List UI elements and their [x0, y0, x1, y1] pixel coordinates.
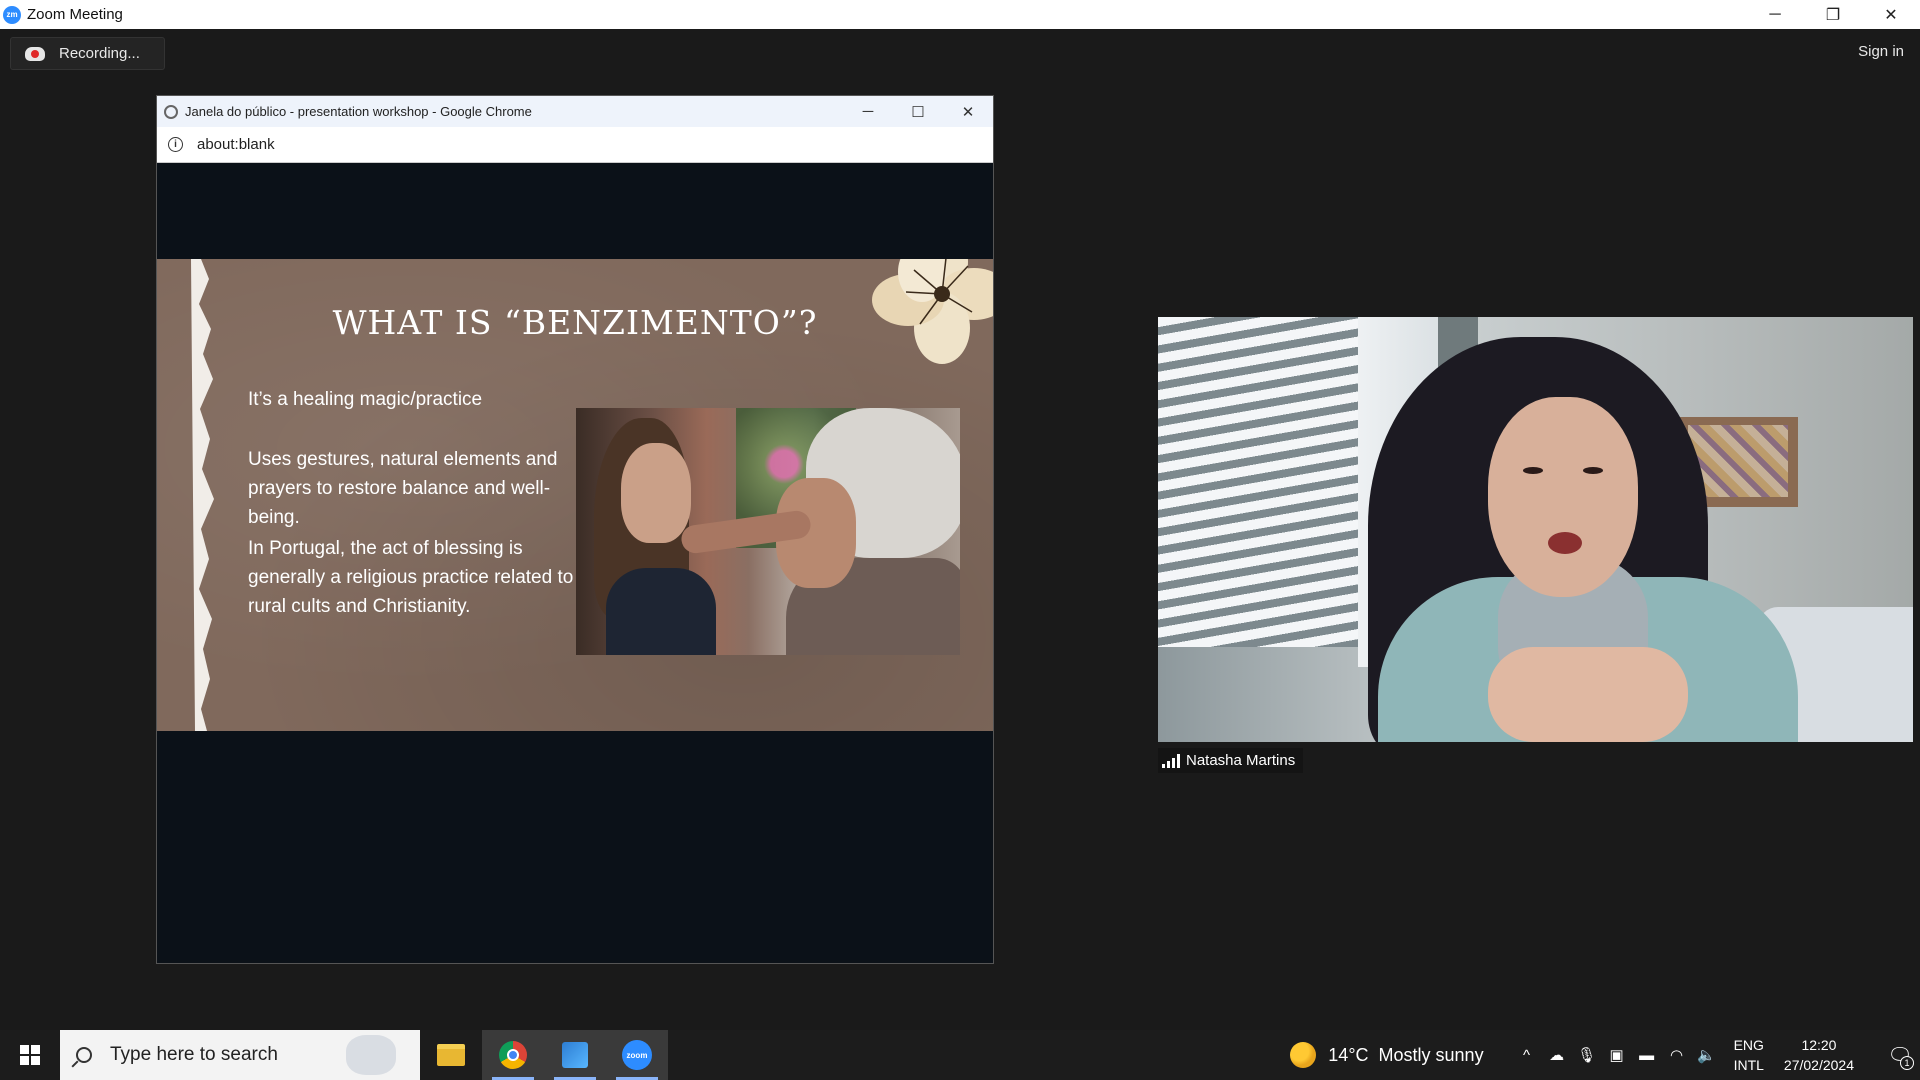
microphone-icon[interactable]: 🎙: [1577, 1047, 1596, 1064]
weather-condition: Mostly sunny: [1378, 1044, 1484, 1065]
globe-icon: [164, 104, 178, 119]
sign-in-button[interactable]: Sign in: [1858, 43, 1904, 60]
photos-icon: [562, 1042, 588, 1068]
recording-label: Recording...: [59, 45, 140, 62]
onedrive-icon[interactable]: ☁: [1548, 1047, 1566, 1064]
language-indicator[interactable]: ENG INTL: [1734, 1035, 1764, 1075]
slide-photo: [576, 408, 960, 655]
taskbar-app-photos[interactable]: [544, 1030, 606, 1080]
zoom-titlebar: zm Zoom Meeting ─ ❐ ✕: [0, 0, 1920, 29]
slide-paragraph-2: Uses gestures, natural elements and pray…: [248, 449, 558, 528]
chrome-close-button[interactable]: ✕: [943, 96, 993, 127]
signal-strength-icon: [1162, 753, 1180, 768]
chrome-minimize-button[interactable]: ─: [843, 96, 893, 127]
weather-widget[interactable]: 14°C Mostly sunny: [1328, 1045, 1483, 1066]
windows-logo-icon: [20, 1045, 40, 1065]
presentation-slide: WHAT IS “BENZIMENTO”? It’s a healing mag…: [157, 259, 993, 731]
window-title: Zoom Meeting: [27, 6, 123, 23]
chrome-icon: [499, 1041, 527, 1069]
minimize-button[interactable]: ─: [1746, 0, 1804, 29]
taskbar-app-file-explorer[interactable]: [420, 1030, 482, 1080]
notification-center-button[interactable]: 🗨 1: [1880, 1030, 1920, 1080]
participant-video[interactable]: [1158, 317, 1913, 742]
wifi-icon[interactable]: ◠: [1668, 1047, 1686, 1064]
zoom-icon: zoom: [622, 1040, 652, 1070]
url-text: about:blank: [197, 136, 275, 153]
chrome-popup-window[interactable]: Janela do público - presentation worksho…: [156, 95, 994, 964]
chrome-titlebar: Janela do público - presentation worksho…: [157, 96, 993, 127]
weather-sun-icon[interactable]: [1290, 1042, 1317, 1068]
participant-name: Natasha Martins: [1186, 752, 1296, 769]
folder-icon: [437, 1044, 465, 1066]
search-placeholder: Type here to search: [110, 1044, 278, 1065]
zoom-logo-icon: zm: [3, 5, 21, 24]
window-controls: ─ ❐ ✕: [1746, 0, 1920, 29]
search-icon: [76, 1047, 92, 1063]
close-button[interactable]: ✕: [1862, 0, 1920, 29]
language-line-1: ENG: [1733, 1037, 1764, 1053]
search-highlight-image: [346, 1035, 396, 1075]
weather-temperature: 14°C: [1328, 1044, 1369, 1065]
clock-time: 12:20: [1801, 1037, 1837, 1053]
address-bar[interactable]: i about:blank: [157, 127, 993, 163]
meeting-area: Recording... Sign in Janela do público -…: [0, 29, 1920, 1030]
info-icon[interactable]: i: [168, 137, 183, 152]
display-icon[interactable]: ▣: [1608, 1047, 1626, 1064]
notification-badge: 1: [1900, 1056, 1914, 1070]
speaker-icon[interactable]: 🔈: [1697, 1047, 1716, 1064]
chevron-up-icon[interactable]: ^: [1518, 1047, 1536, 1064]
language-line-2: INTL: [1733, 1057, 1764, 1073]
taskbar-app-chrome[interactable]: [482, 1030, 544, 1080]
cloud-recording-icon: [25, 46, 45, 61]
slide-paragraph-3: In Portugal, the act of blessing is gene…: [248, 538, 574, 617]
chrome-window-controls: ─ ☐ ✕: [843, 96, 993, 127]
slide-title: WHAT IS “BENZIMENTO”?: [332, 303, 818, 342]
windows-taskbar: Type here to search zoom 14°C Mostly sun…: [0, 1030, 1920, 1080]
recording-indicator[interactable]: Recording...: [10, 37, 165, 70]
start-button[interactable]: [0, 1030, 60, 1080]
clock-date: 27/02/2024: [1783, 1057, 1854, 1073]
restore-button[interactable]: ❐: [1804, 0, 1862, 29]
clock[interactable]: 12:20 27/02/2024: [1784, 1035, 1854, 1075]
chrome-maximize-button[interactable]: ☐: [893, 96, 943, 127]
taskbar-search-box[interactable]: Type here to search: [60, 1030, 420, 1080]
participant-name-tag: Natasha Martins: [1158, 748, 1304, 773]
slide-paragraph-1: It’s a healing magic/practice: [248, 389, 483, 410]
battery-icon[interactable]: ▬: [1638, 1047, 1656, 1064]
chrome-window-title: Janela do público - presentation worksho…: [185, 104, 532, 119]
system-tray: 14°C Mostly sunny ^ ☁ 🎙 ▣ ▬ ◠ 🔈 ENG INTL…: [1290, 1030, 1920, 1080]
taskbar-app-zoom[interactable]: zoom: [606, 1030, 668, 1080]
